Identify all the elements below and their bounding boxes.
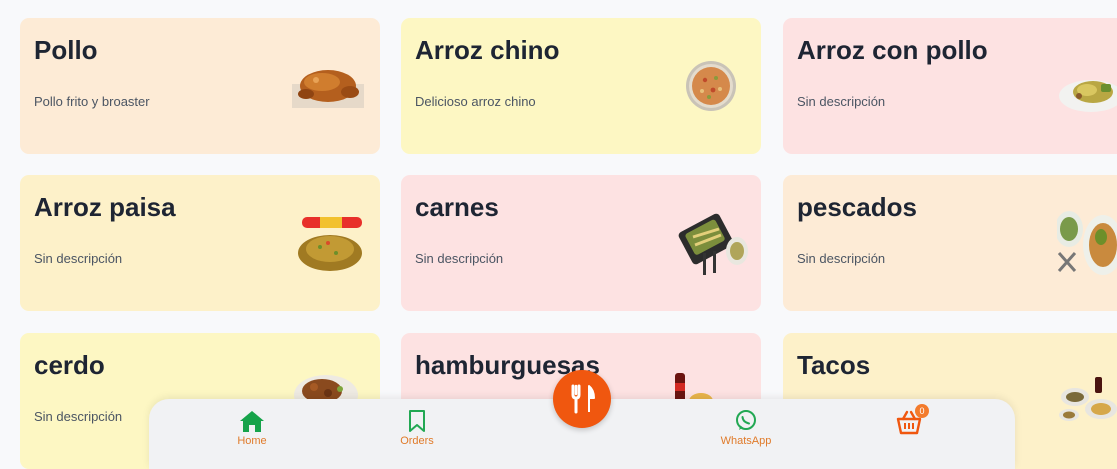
category-card-pescados[interactable]: pescados Sin descripción [783, 175, 1117, 311]
nav-cart[interactable]: 0 [869, 404, 949, 435]
category-title: carnes [415, 192, 499, 222]
category-title: Tacos [797, 350, 871, 380]
category-description: Delicioso arroz chino [415, 94, 536, 109]
fish-plate-image [1057, 211, 1117, 275]
fork-knife-icon [571, 384, 595, 414]
nav-whatsapp[interactable]: WhatsApp [706, 409, 786, 447]
nav-orders[interactable]: Orders [377, 409, 457, 447]
rice-chicken-plate-image [1059, 80, 1117, 112]
category-description: Sin descripción [415, 251, 504, 266]
meat-board-image [678, 213, 748, 275]
tacos-plate-image [1059, 377, 1117, 421]
category-card-arroz-chino[interactable]: Arroz chino Delicioso arroz chino [401, 18, 761, 154]
cart-count-badge: 0 [915, 404, 929, 418]
menu-fab-button[interactable] [553, 370, 611, 428]
category-title: pescados [797, 192, 917, 222]
nav-whatsapp-label: WhatsApp [720, 435, 772, 447]
category-title: Arroz paisa [34, 192, 176, 222]
category-description: Sin descripción [34, 409, 123, 424]
category-card-carnes[interactable]: carnes Sin descripción [401, 175, 761, 311]
category-title: Arroz con pollo [797, 35, 988, 65]
whatsapp-icon [736, 410, 756, 430]
category-description: Sin descripción [797, 251, 886, 266]
bookmark-icon [409, 410, 425, 432]
fried-rice-plate-image [686, 61, 736, 111]
category-description: Pollo frito y broaster [34, 94, 150, 109]
category-description: Sin descripción [34, 251, 123, 266]
nav-orders-label: Orders [400, 435, 434, 447]
category-card-arroz-con-pollo[interactable]: Arroz con pollo Sin descripción [783, 18, 1117, 154]
category-title: cerdo [34, 350, 105, 380]
nav-home-label: Home [237, 435, 267, 447]
category-title: Pollo [34, 35, 98, 65]
fried-chicken-image [292, 70, 364, 108]
category-card-pollo[interactable]: Pollo Pollo frito y broaster [20, 18, 380, 154]
arroz-paisa-image [298, 217, 362, 271]
category-title: Arroz chino [415, 35, 560, 65]
nav-home[interactable]: Home [212, 409, 292, 447]
category-card-arroz-paisa[interactable]: Arroz paisa Sin descripción [20, 175, 380, 311]
category-description: Sin descripción [797, 94, 886, 109]
home-icon [240, 411, 264, 432]
